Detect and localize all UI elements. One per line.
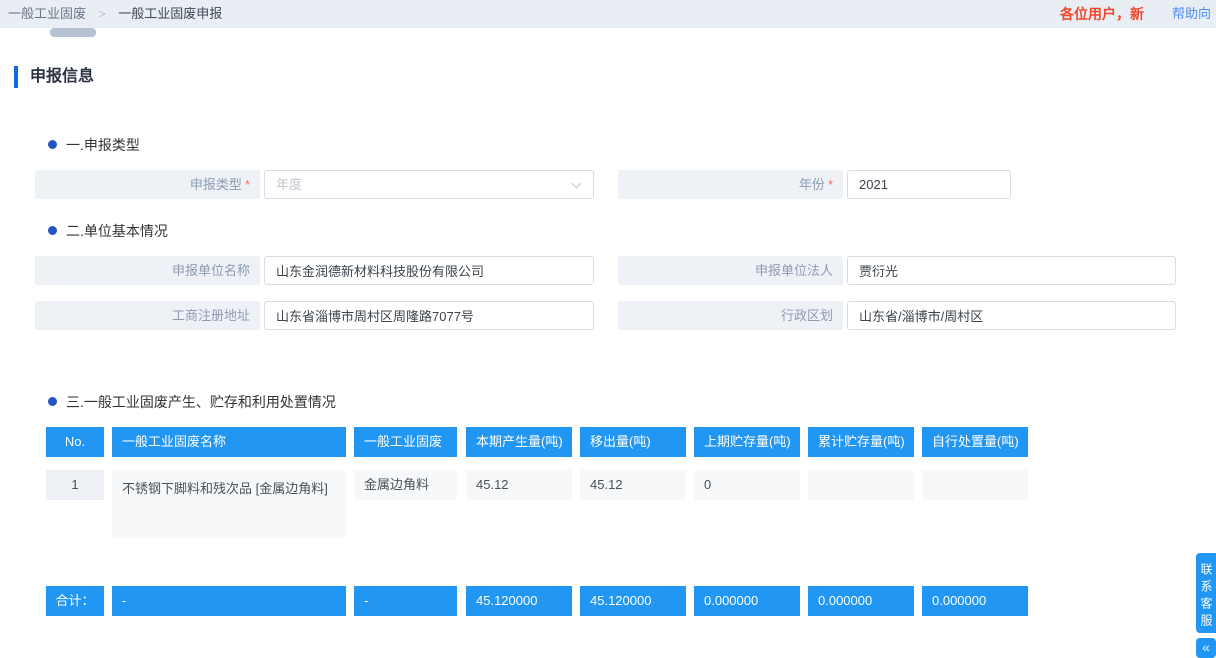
announcement-marquee: 各位用户，新 [1060,0,1144,28]
help-link[interactable]: 帮助向 [1172,0,1211,28]
declaration-page: 一般工业固废 > 一般工业固废申报 各位用户，新 帮助向 申报信息 一.申报类型… [0,0,1216,658]
row-no-cell: 1 [46,470,104,500]
required-asterisk: * [245,177,250,192]
declare-type-label-text: 申报类型 [190,177,242,192]
total-name-cell: - [112,586,346,616]
scrollbar-thumb[interactable] [50,28,96,37]
unit-name-label: 申报单位名称 [35,256,260,285]
col-header-no: No. [46,427,104,457]
section2-bullet-icon [48,226,57,235]
row-moved-cell: 45.12 [580,470,686,500]
total-cum-storage-cell: 0.000000 [808,586,914,616]
section1-title: 一.申报类型 [66,134,140,156]
declare-type-label: 申报类型* [35,170,260,199]
year-input[interactable] [847,170,1011,199]
section3-title: 三.一般工业固废产生、贮存和利用处置情况 [66,391,336,413]
top-header-bar: 一般工业固废 > 一般工业固废申报 各位用户，新 帮助向 [0,0,1216,28]
row-produced-cell: 45.12 [466,470,572,500]
row-prev-storage-cell: 0 [694,470,800,500]
col-header-waste-name: 一般工业固废名称 [112,427,346,457]
admin-division-label: 行政区划 [618,301,843,330]
col-header-moved: 移出量(吨) [580,427,686,457]
total-category-cell: - [354,586,457,616]
total-label-cell: 合计： [46,586,104,616]
col-header-waste-category: 一般工业固废 [354,427,457,457]
page-title: 申报信息 [30,66,94,88]
declare-type-select[interactable]: 年度 [264,170,594,199]
row-cum-storage-cell [808,470,914,500]
section2-title: 二.单位基本情况 [66,220,168,242]
register-address-input[interactable] [264,301,594,330]
year-label: 年份* [618,170,843,199]
section3-bullet-icon [48,397,57,406]
col-header-produced: 本期产生量(吨) [466,427,572,457]
section1-bullet-icon [48,140,57,149]
admin-division-input[interactable] [847,301,1176,330]
total-prev-storage-cell: 0.000000 [694,586,800,616]
chevron-down-icon [572,179,582,189]
contact-service-tab[interactable]: 联系客服 [1196,553,1216,633]
required-asterisk: * [828,177,833,192]
year-label-text: 年份 [799,177,825,192]
declare-type-selected-value: 年度 [276,177,302,192]
row-waste-category-cell: 金属边角料 [354,470,457,500]
breadcrumb: 一般工业固废 > 一般工业固废申报 [8,0,222,28]
col-header-self-disposed: 自行处置量(吨) [922,427,1028,457]
total-self-disposed-cell: 0.000000 [922,586,1028,616]
legal-person-input[interactable] [847,256,1176,285]
row-waste-name-cell: 不锈钢下脚料和残次品 [金属边角料] [112,470,346,538]
title-accent-bar [14,66,18,88]
col-header-cum-storage: 累计贮存量(吨) [808,427,914,457]
breadcrumb-item-declaration: 一般工业固废申报 [118,6,222,21]
legal-person-label: 申报单位法人 [618,256,843,285]
register-address-label: 工商注册地址 [35,301,260,330]
col-header-prev-storage: 上期贮存量(吨) [694,427,800,457]
total-produced-cell: 45.120000 [466,586,572,616]
collapse-chevrons-icon[interactable]: « [1196,638,1216,658]
breadcrumb-separator-icon: > [99,7,106,21]
breadcrumb-item-solid-waste[interactable]: 一般工业固废 [8,6,86,21]
unit-name-input[interactable] [264,256,594,285]
row-self-disposed-cell [922,470,1028,500]
total-moved-cell: 45.120000 [580,586,686,616]
